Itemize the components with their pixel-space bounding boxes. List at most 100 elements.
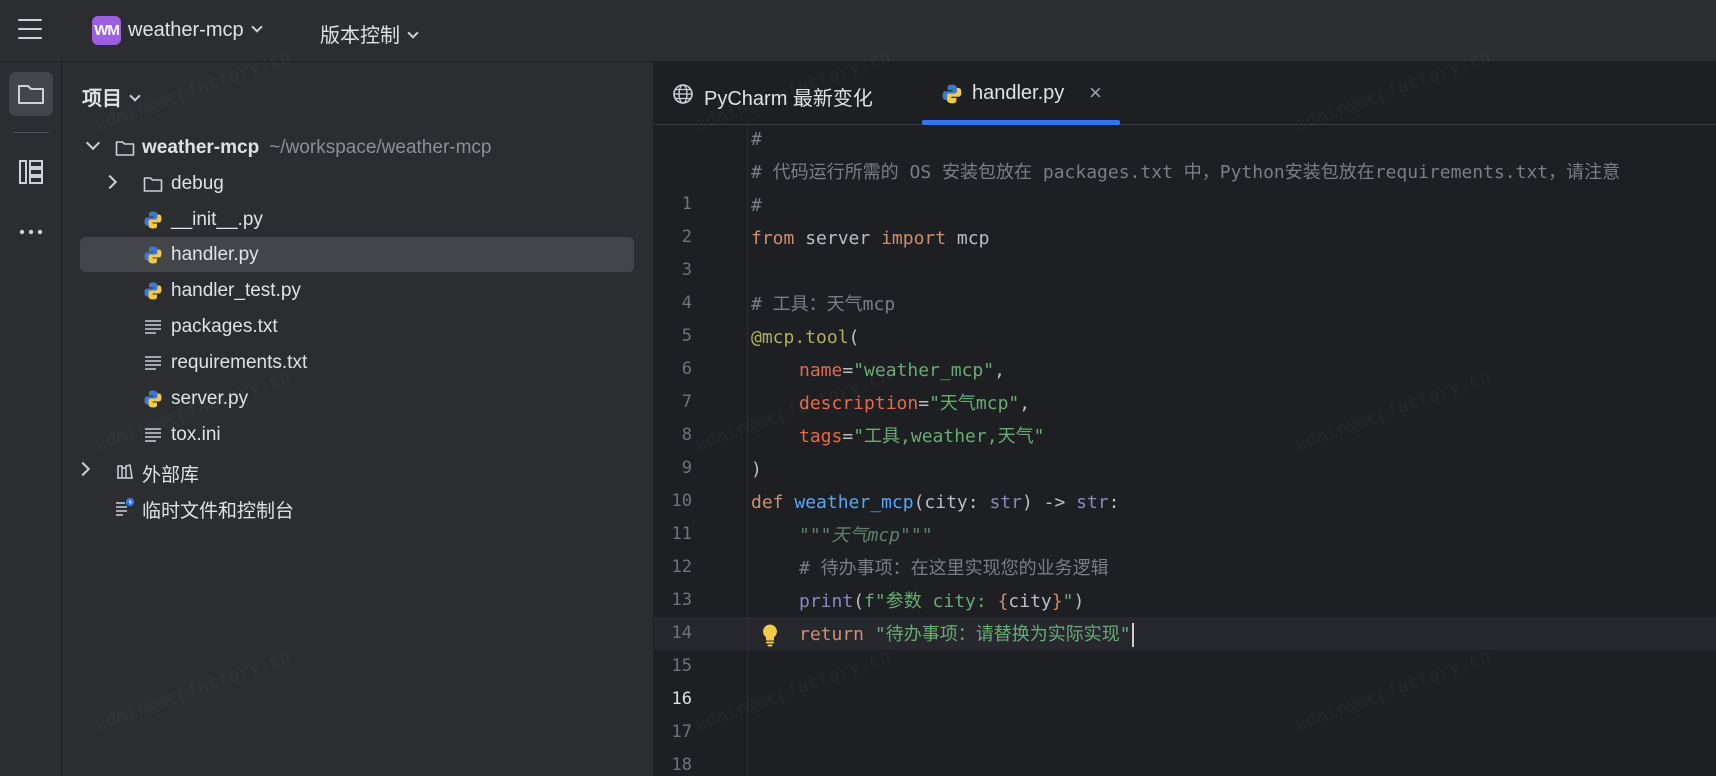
panel-title-label: 项目: [82, 88, 122, 110]
string-literal: "weather_mcp": [853, 360, 995, 381]
folder-icon: [18, 85, 44, 104]
line-number: 9: [681, 458, 692, 478]
kwarg-description: description: [799, 393, 919, 414]
python-icon: [144, 390, 162, 408]
python-icon: [144, 282, 162, 300]
fstring-literal: f"参数 city:: [864, 591, 998, 612]
tree-item-handler-py[interactable]: handler.py: [80, 237, 634, 272]
library-icon: [117, 464, 133, 479]
line-number: 1: [681, 194, 692, 214]
code-line-12: def weather_mcp(city: str) -> str:: [751, 491, 1120, 515]
expand-arrow-icon[interactable]: [85, 135, 101, 151]
tree-item-label: server.py: [171, 388, 249, 409]
python-icon: [942, 84, 962, 104]
more-tools-button[interactable]: [9, 210, 53, 254]
line-number-current: 16: [671, 689, 692, 709]
python-icon: [144, 246, 162, 264]
project-tool-button[interactable]: [9, 72, 53, 116]
code-line-7: @mcp.tool(: [751, 326, 859, 350]
code-line-11: ): [751, 459, 762, 480]
tree-item-label: requirements.txt: [171, 352, 308, 373]
string-literal: "工具,weather,天气": [853, 426, 1045, 447]
project-name-label: weather-mcp: [128, 19, 244, 41]
chevron-down-icon: [250, 21, 263, 33]
project-panel-title[interactable]: 项目: [82, 82, 141, 111]
import-name: mcp: [946, 228, 990, 249]
keyword-from: from: [751, 228, 795, 249]
more-icon: [19, 229, 43, 235]
line-number: 4: [681, 293, 692, 313]
code-line-16: return "待办事项：请替换为实际实现": [799, 623, 1134, 647]
kwarg-name: name: [799, 360, 843, 381]
tree-item-server-py[interactable]: server.py: [80, 381, 634, 416]
tree-item-packages-txt[interactable]: packages.txt: [80, 309, 634, 344]
line-number: 7: [681, 392, 692, 412]
tree-item-init-py[interactable]: __init__.py: [80, 202, 634, 237]
vcs-menu[interactable]: 版本控制: [320, 19, 419, 48]
structure-tool-button[interactable]: [9, 150, 53, 194]
keyword-return: return: [799, 624, 865, 645]
line-number: 6: [681, 359, 692, 379]
scratches-icon: [116, 497, 135, 516]
tree-item-external-libraries[interactable]: 外部库: [75, 453, 634, 488]
tree-item-label: __init__.py: [171, 209, 263, 230]
root-path: ~/workspace/weather-mcp: [269, 137, 492, 158]
close-icon[interactable]: ×: [1089, 80, 1102, 106]
keyword-import: import: [881, 228, 947, 249]
folder-icon: [143, 177, 163, 192]
folder-icon: [115, 141, 135, 156]
expand-arrow-icon[interactable]: [75, 461, 91, 477]
kwarg-tags: tags: [799, 426, 843, 447]
line-number: 5: [681, 326, 692, 346]
tree-item-label: 临时文件和控制台: [142, 501, 295, 522]
tree-item-label: packages.txt: [171, 316, 278, 337]
tree-item-requirements-txt[interactable]: requirements.txt: [80, 345, 634, 380]
tab-label: PyCharm 最新变化: [704, 88, 873, 110]
globe-icon: [673, 84, 693, 104]
line-number: 2: [681, 227, 692, 247]
expand-arrow-icon[interactable]: [102, 174, 118, 190]
project-selector[interactable]: weather-mcp: [128, 19, 263, 42]
project-badge[interactable]: WM: [92, 16, 121, 45]
code-line-8: name="weather_mcp",: [799, 360, 1005, 381]
tree-item-label: handler.py: [171, 244, 259, 265]
line-number: 8: [681, 425, 692, 445]
code-line-10: tags="工具,weather,天气": [799, 426, 1045, 447]
root-name: weather-mcp: [142, 137, 260, 158]
line-number: 11: [671, 524, 692, 544]
tab-pycharm-whats-new[interactable]: PyCharm 最新变化: [672, 62, 902, 125]
tree-root-label: weather-mcp ~/workspace/weather-mcp: [142, 137, 492, 159]
toolbar-divider: [13, 132, 49, 133]
tree-item-debug[interactable]: debug: [80, 166, 634, 201]
tree-item-scratches[interactable]: 临时文件和控制台: [80, 489, 634, 524]
python-icon: [144, 211, 162, 229]
code-editor[interactable]: # # 代码运行所需的 OS 安装包放在 packages.txt 中，Pyth…: [751, 125, 1716, 776]
code-line-4: from server import mcp: [751, 227, 989, 251]
code-line-13: """天气mcp""": [799, 525, 933, 546]
tree-item-label: tox.ini: [171, 424, 221, 445]
main-menu-icon[interactable]: [18, 19, 42, 41]
structure-icon: [19, 160, 43, 184]
line-number: 13: [671, 590, 692, 610]
text-file-icon: [145, 356, 161, 370]
fstring-literal: ": [1062, 591, 1074, 612]
tool-window-bar: [0, 62, 62, 776]
tab-handler-py[interactable]: handler.py ×: [922, 62, 1120, 125]
fstring-brace: }: [1051, 591, 1063, 612]
line-number: 15: [671, 656, 692, 676]
line-number: 17: [671, 722, 692, 742]
keyword-def: def: [751, 492, 784, 513]
tree-item-tox-ini[interactable]: tox.ini: [80, 417, 634, 452]
tree-root-weather-mcp[interactable]: weather-mcp ~/workspace/weather-mcp: [80, 130, 634, 165]
colon: :: [1108, 492, 1120, 513]
line-number: 12: [671, 557, 692, 577]
vcs-label: 版本控制: [320, 25, 400, 47]
code-line-15: print(f"参数 city: {city}"): [799, 590, 1084, 614]
code-line-1: #: [751, 129, 762, 150]
tree-item-handler-test-py[interactable]: handler_test.py: [80, 273, 634, 308]
code-line-14: # 待办事项：在这里实现您的业务逻辑: [799, 558, 1109, 579]
return-type: str: [1076, 492, 1109, 513]
fstring-brace: {: [997, 591, 1009, 612]
string-literal: "待办事项：请替换为实际实现": [874, 624, 1131, 645]
code-line-2: # 代码运行所需的 OS 安装包放在 packages.txt 中，Python…: [751, 162, 1621, 183]
